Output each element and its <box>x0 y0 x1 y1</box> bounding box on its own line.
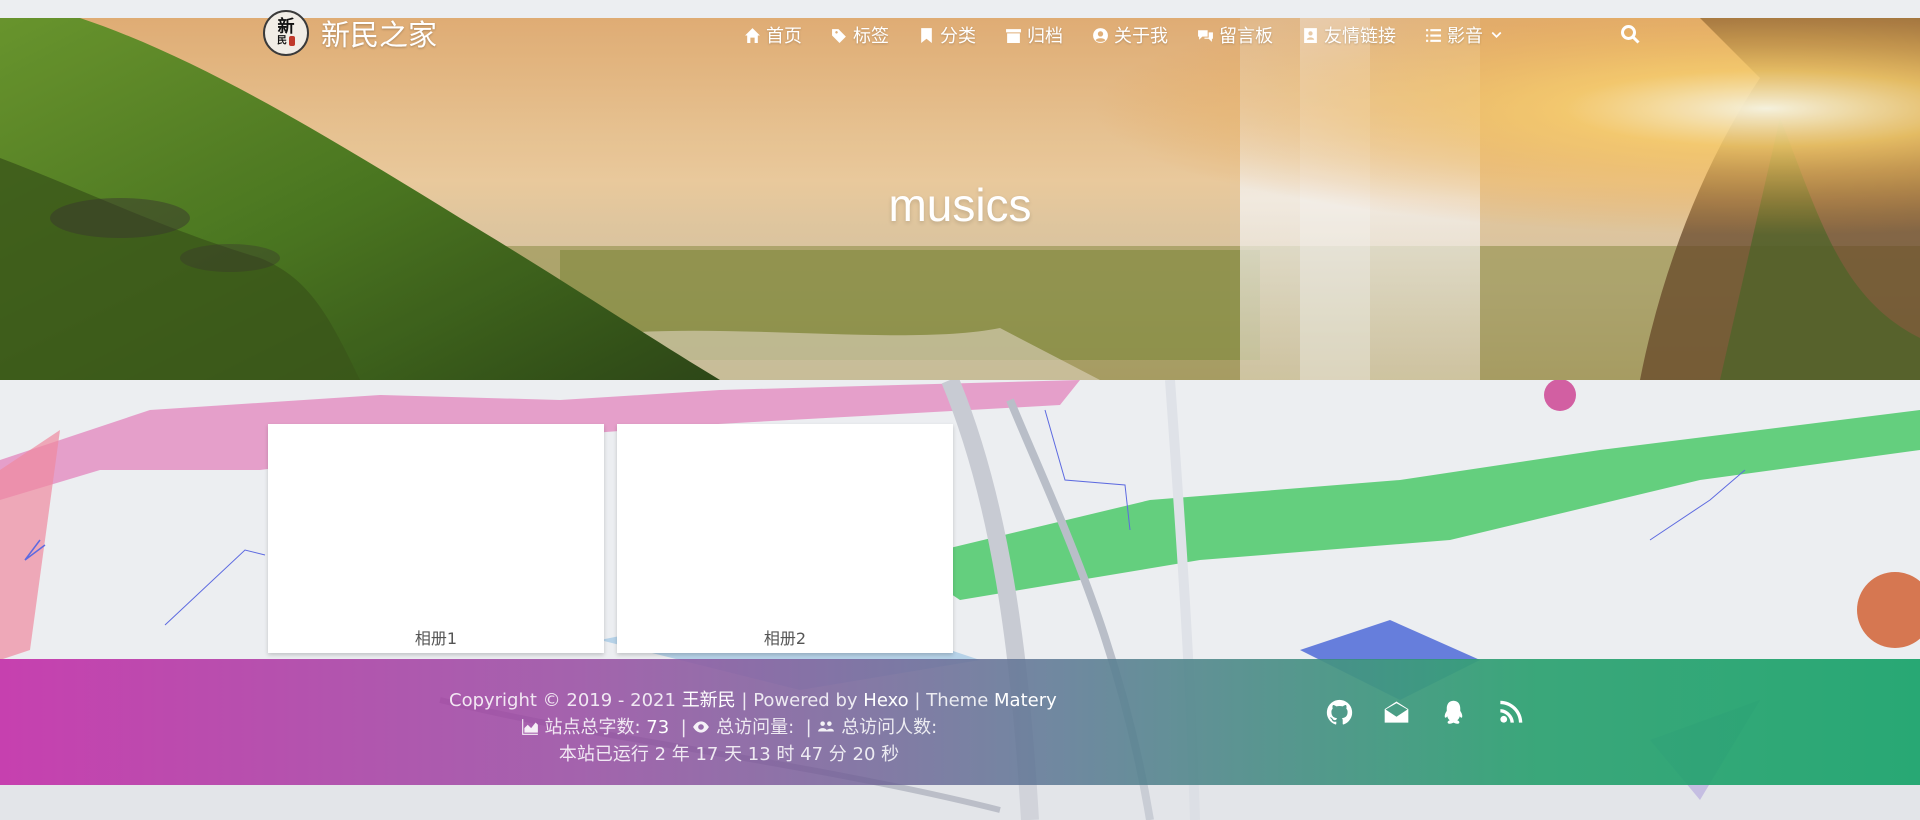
album-grid: 相册1 相册2 <box>268 424 953 653</box>
user-circle-icon <box>1093 27 1108 43</box>
album-card[interactable]: 相册1 <box>268 424 604 653</box>
nav-label: 归档 <box>1027 26 1063 47</box>
nav-item-home[interactable]: 首页 <box>744 22 802 48</box>
envelope-icon <box>1384 701 1409 723</box>
footer: Copyright © 2019 - 2021 王新民 | Powered by… <box>0 659 1920 785</box>
album-label: 相册2 <box>763 629 807 648</box>
visits-label: 总访问量: <box>716 717 795 738</box>
site-name: 新民之家 <box>321 18 438 52</box>
nav-item-guestbook[interactable]: 留言板 <box>1197 22 1273 48</box>
users-icon <box>818 721 835 732</box>
home-icon <box>745 27 760 43</box>
nav-label: 留言板 <box>1219 26 1273 47</box>
qq-icon <box>1444 700 1463 724</box>
nav-label: 关于我 <box>1114 26 1168 47</box>
search-icon <box>1621 25 1640 44</box>
word-count-label: 站点总字数: <box>544 717 641 738</box>
nav-label: 分类 <box>940 26 976 47</box>
word-count-value: 73 <box>646 717 670 738</box>
page-title: musics <box>888 179 1032 231</box>
navbar: 新 民 新民之家 首页 标签 分类 归档 关于我 留言板 友情链接 影音 <box>0 0 1920 70</box>
rss-icon <box>1500 700 1523 723</box>
social-links <box>1326 699 1524 726</box>
eye-icon <box>693 721 710 733</box>
theme-label: | Theme <box>914 690 989 711</box>
logo-char-1: 新 <box>277 17 295 38</box>
nav-item-archive[interactable]: 归档 <box>1005 22 1063 48</box>
footer-info: Copyright © 2019 - 2021 王新民 | Powered by… <box>449 687 1057 768</box>
logo-char-2: 民 <box>277 35 287 47</box>
nav-label: 首页 <box>766 26 802 47</box>
nav-item-friend-links[interactable]: 友情链接 <box>1302 22 1396 48</box>
address-book-icon <box>1304 27 1317 43</box>
powered-by-label: | Powered by <box>741 690 858 711</box>
hexo-link[interactable]: Hexo <box>863 690 908 711</box>
visitors-label: 总访问人数: <box>841 717 938 738</box>
nav-item-media-dropdown[interactable]: 影音 <box>1425 22 1503 48</box>
github-icon <box>1326 699 1353 725</box>
tags-icon <box>832 28 846 43</box>
github-link[interactable] <box>1326 699 1353 726</box>
copyright-line: Copyright © 2019 - 2021 王新民 | Powered by… <box>449 687 1057 714</box>
list-icon <box>1426 28 1441 42</box>
album-label: 相册1 <box>414 629 458 648</box>
nav-item-about[interactable]: 关于我 <box>1092 22 1168 48</box>
archive-icon <box>1006 28 1021 43</box>
author-link[interactable]: 王新民 <box>682 690 736 711</box>
area-chart-icon <box>521 719 538 735</box>
comments-icon <box>1198 29 1213 42</box>
matery-link[interactable]: Matery <box>994 690 1057 711</box>
logo-icon: 新 民 <box>263 10 309 56</box>
bookmark-icon <box>921 27 932 43</box>
nav-menu: 首页 标签 分类 归档 关于我 留言板 友情链接 影音 <box>744 22 1532 48</box>
runtime-line: 本站已运行 2 年 17 天 13 时 47 分 20 秒 <box>558 744 900 765</box>
stats-line: 站点总字数: 73 | 总访问量: | 总访问人数: <box>449 714 1009 741</box>
nav-item-categories[interactable]: 分类 <box>918 22 976 48</box>
brand-link[interactable]: 新 民 新民之家 <box>263 10 437 56</box>
chevron-down-icon <box>1491 31 1502 38</box>
nav-label: 标签 <box>853 26 889 47</box>
nav-label: 友情链接 <box>1324 26 1396 47</box>
nav-label: 影音 <box>1447 26 1483 47</box>
nav-item-tags[interactable]: 标签 <box>831 22 889 48</box>
album-card[interactable]: 相册2 <box>617 424 953 653</box>
email-link[interactable] <box>1383 699 1410 726</box>
copyright-text: Copyright © 2019 - 2021 <box>449 690 676 711</box>
qq-link[interactable] <box>1440 699 1467 726</box>
rss-link[interactable] <box>1497 699 1524 726</box>
search-button[interactable] <box>1620 24 1642 46</box>
